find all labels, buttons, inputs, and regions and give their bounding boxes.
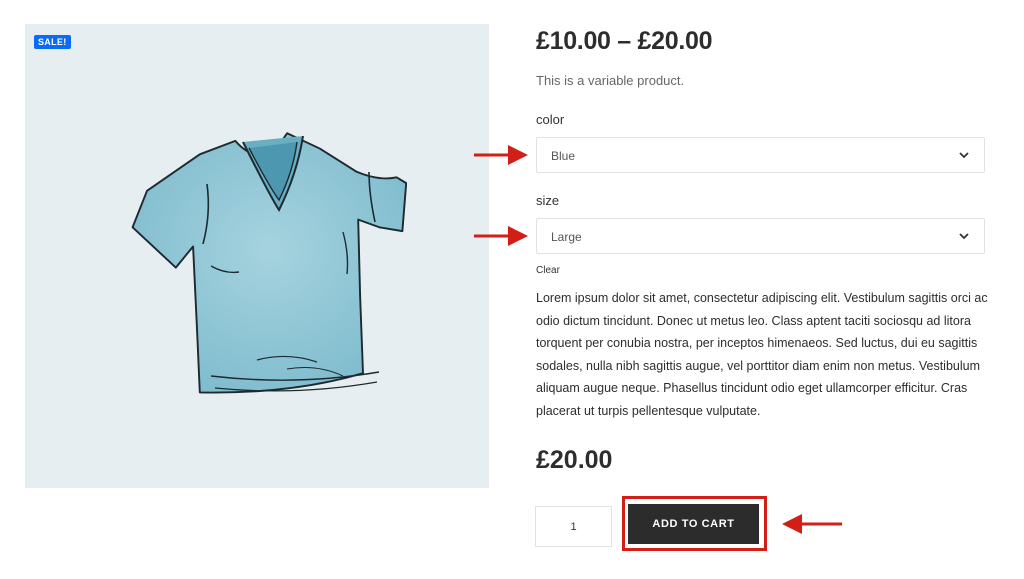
- quantity-input[interactable]: 1: [535, 506, 612, 547]
- clear-link[interactable]: Clear: [536, 265, 560, 276]
- color-select[interactable]: Blue: [536, 137, 985, 173]
- short-description: This is a variable product.: [536, 73, 685, 88]
- color-select-value: Blue: [551, 149, 576, 163]
- size-select-value: Large: [551, 230, 582, 244]
- product-image[interactable]: SALE!: [25, 24, 489, 488]
- price-range: £10.00 – £20.00: [536, 27, 713, 55]
- arrow-icon: [782, 514, 842, 534]
- selected-price: £20.00: [536, 446, 613, 474]
- size-label: size: [536, 193, 560, 208]
- arrow-icon: [474, 145, 528, 165]
- long-description: Lorem ipsum dolor sit amet, consectetur …: [536, 291, 988, 418]
- chevron-down-icon: [959, 233, 969, 240]
- chevron-down-icon: [959, 152, 969, 159]
- sale-badge: SALE!: [34, 35, 71, 49]
- arrow-icon: [474, 226, 528, 246]
- color-label: color: [536, 112, 565, 127]
- add-to-cart-button[interactable]: ADD TO CART: [628, 504, 759, 544]
- tshirt-illustration: [131, 132, 407, 394]
- size-select[interactable]: Large: [536, 218, 985, 254]
